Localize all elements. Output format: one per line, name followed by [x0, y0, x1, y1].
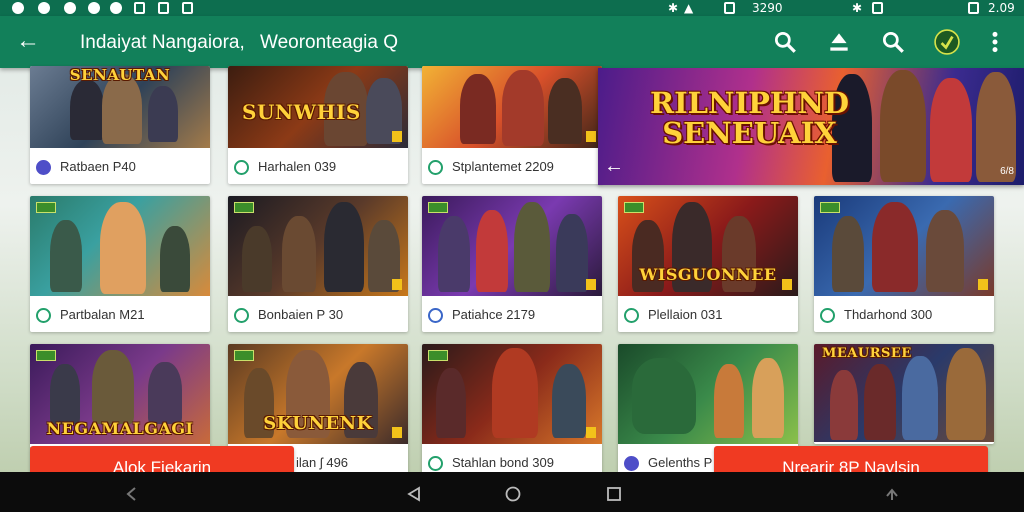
card-meta: Stplantemet 2209 — [422, 150, 602, 184]
email-icon — [134, 2, 145, 14]
nav-recents-icon[interactable] — [606, 486, 622, 502]
game-art-title: SKUNENK — [263, 413, 373, 434]
more-icon[interactable] — [982, 29, 1008, 55]
game-art-title: SUNWHIS — [242, 100, 361, 124]
notification-icon — [12, 2, 24, 14]
tag-icon[interactable] — [934, 29, 960, 55]
game-card[interactable]: SUNWHIS Harhalen 039 — [228, 66, 408, 184]
card-title: Thdarhond 300 — [844, 307, 933, 322]
card-title: Bonbaien P 30 — [258, 307, 344, 322]
card-title: Gelenths P — [648, 455, 713, 470]
game-card[interactable]: WISGUONNEE Plellaion 031 — [618, 196, 798, 332]
category-icon — [36, 160, 51, 175]
battery-icon — [872, 2, 883, 14]
search-icon[interactable] — [772, 29, 798, 55]
app-title: Indaiyat Nangaiora, — [80, 32, 245, 53]
featured-banner[interactable]: RILNIPHND SENEUAIX ← 6/8 — [598, 68, 1024, 185]
back-arrow-icon[interactable]: ← — [14, 28, 42, 56]
signal-icon: ▲ — [684, 1, 694, 15]
download-icon[interactable] — [826, 29, 852, 55]
status-bar: ✱ ▲ 3290 ✱ 2.09 — [0, 0, 1024, 16]
banner-title: RILNIPHND SENEUAIX — [650, 86, 849, 150]
email-icon — [968, 2, 979, 14]
card-meta: Partbalan M21 — [30, 298, 210, 332]
game-thumbnail: SKUNENK — [228, 344, 408, 444]
game-art-title: WISGUONNEE — [639, 265, 777, 284]
game-thumbnail: WISGUONNEE — [618, 196, 798, 296]
game-thumbnail — [814, 196, 994, 296]
card-meta: Harhalen 039 — [228, 150, 408, 184]
card-title: Plellaion 031 — [648, 307, 723, 322]
status-clock-center: 3290 — [752, 1, 783, 15]
game-card[interactable]: Bonbaien P 30 — [228, 196, 408, 332]
game-art-title: MEAURSEE — [822, 346, 912, 361]
card-title: ilan ʃ 496 — [296, 455, 349, 470]
game-card[interactable]: Partbalan M21 — [30, 196, 210, 332]
card-title: Stplantemet 2209 — [452, 159, 554, 174]
banner-prev-arrow-icon[interactable]: ← — [604, 156, 628, 176]
status-time: 2.09 — [988, 1, 1015, 15]
game-thumbnail: SUNWHIS — [228, 66, 408, 148]
game-card[interactable]: SENAUTAN Ratbaen P40 — [30, 66, 210, 184]
game-thumbnail — [30, 196, 210, 296]
bluetooth-icon: ✱ — [852, 1, 863, 15]
card-title: Stahlan bond 309 — [452, 455, 554, 470]
category-icon — [624, 308, 639, 323]
sim-icon — [110, 2, 122, 14]
game-card[interactable]: Stahlan bond 309 — [422, 344, 602, 474]
game-thumbnail — [422, 344, 602, 444]
card-meta: Ratbaen P40 — [30, 150, 210, 184]
game-thumbnail: SENAUTAN — [30, 66, 210, 148]
email-icon — [158, 2, 169, 14]
app-subtitle: Weoronteagia Q — [260, 32, 399, 53]
battery-icon — [724, 2, 735, 14]
app-bar: ← Indaiyat Nangaiora, Weoronteagia Q — [0, 16, 1024, 68]
category-icon — [428, 160, 443, 175]
category-icon — [820, 308, 835, 323]
nav-home-icon[interactable] — [505, 486, 521, 502]
card-meta: Bonbaien P 30 — [228, 298, 408, 332]
category-icon — [234, 160, 249, 175]
nav-back-icon[interactable] — [406, 486, 422, 502]
alarm-icon — [64, 2, 76, 14]
game-thumbnail — [618, 344, 798, 444]
bluetooth-icon: ✱ — [668, 1, 679, 15]
system-nav-bar — [0, 472, 1024, 512]
media-icon — [88, 2, 100, 14]
game-card[interactable]: Stplantemet 2209 — [422, 66, 602, 184]
game-card[interactable]: NEGAMALGAGI — [30, 344, 210, 448]
email-icon — [182, 2, 193, 14]
search-icon[interactable] — [880, 29, 906, 55]
game-art-title: NEGAMALGAGI — [46, 419, 194, 438]
share-icon[interactable] — [884, 486, 900, 502]
category-icon — [428, 308, 443, 323]
game-card[interactable]: Patiahce 2179 — [422, 196, 602, 332]
messenger-icon — [38, 2, 50, 14]
card-title: Patiahce 2179 — [452, 307, 536, 322]
game-thumbnail — [422, 196, 602, 296]
game-card[interactable]: MEAURSEE — [814, 344, 994, 444]
card-title: Harhalen 039 — [258, 159, 337, 174]
card-title: Partbalan M21 — [60, 307, 145, 322]
category-icon — [234, 308, 249, 323]
category-icon — [428, 456, 443, 471]
category-icon — [624, 456, 639, 471]
card-meta: Thdarhond 300 — [814, 298, 994, 332]
card-title: Ratbaen P40 — [60, 159, 136, 174]
game-thumbnail: MEAURSEE — [814, 344, 994, 442]
card-meta: Plellaion 031 — [618, 298, 798, 332]
game-art-title: SENAUTAN — [69, 66, 171, 84]
banner-counter: 6/8 — [1000, 166, 1014, 177]
game-thumbnail — [228, 196, 408, 296]
category-icon — [36, 308, 51, 323]
chevron-left-icon[interactable] — [124, 486, 140, 502]
game-thumbnail — [422, 66, 602, 148]
game-thumbnail: NEGAMALGAGI — [30, 344, 210, 444]
card-meta: Patiahce 2179 — [422, 298, 602, 332]
game-card[interactable]: Thdarhond 300 — [814, 196, 994, 332]
